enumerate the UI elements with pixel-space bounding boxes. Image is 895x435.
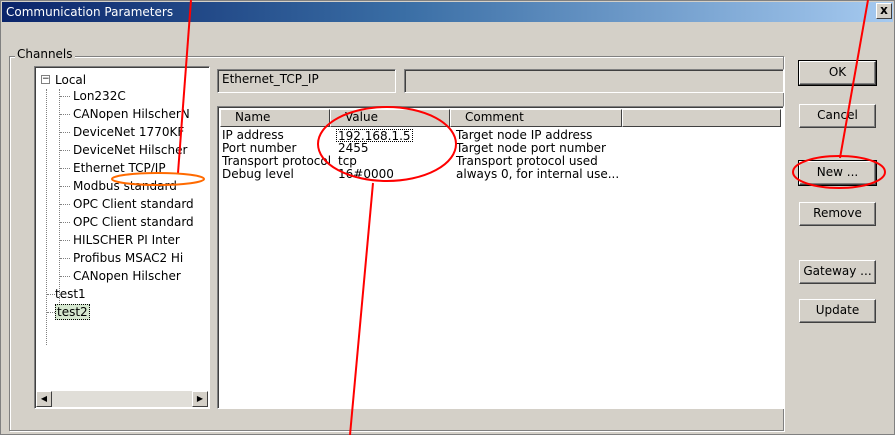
tree-item-hilscher-pi[interactable]: HILSCHER PI Inter xyxy=(73,232,180,248)
tree-connector xyxy=(60,96,70,97)
tree-connector xyxy=(60,204,70,205)
tree-item-lon232c[interactable]: Lon232C xyxy=(73,88,126,104)
tree-item-label: test1 xyxy=(55,287,86,301)
tree-item-canopen-hilscher-2[interactable]: CANopen Hilscher xyxy=(73,268,181,284)
tree-item-label-selected: test2 xyxy=(55,304,90,320)
column-header-label: Value xyxy=(345,110,378,124)
tree-item-devicenet-1770kf[interactable]: DeviceNet 1770KF xyxy=(73,124,184,140)
tree-item-opc-client-2[interactable]: OPC Client standard xyxy=(73,214,194,230)
tree-connector xyxy=(60,222,70,223)
param-value-cell[interactable]: 16#0000 xyxy=(338,168,394,181)
column-header-label: Name xyxy=(235,110,271,124)
tree-item-modbus-standard[interactable]: Modbus standard xyxy=(73,178,177,194)
column-header-value[interactable]: Value xyxy=(330,109,450,127)
title-bar: Communication Parameters x xyxy=(2,2,893,22)
channel-comment-field xyxy=(404,69,784,93)
tree-item-test1[interactable]: test1 xyxy=(55,286,86,302)
column-header-label: Comment xyxy=(465,110,524,124)
tree-connector xyxy=(60,240,70,241)
tree-connector xyxy=(60,276,70,277)
update-button[interactable]: Update xyxy=(799,299,876,323)
tree-item-devicenet-hilscher[interactable]: DeviceNet Hilscher xyxy=(73,142,187,158)
tree-connector xyxy=(60,168,70,169)
column-header-empty xyxy=(622,109,781,127)
tree-horizontal-scrollbar[interactable]: ◀ ▶ xyxy=(36,391,208,407)
channels-group-label: Channels xyxy=(15,47,75,61)
tree-item-profibus-msac2[interactable]: Profibus MSAC2 Hi xyxy=(73,250,183,266)
tree-item-label: Ethernet TCP/IP xyxy=(73,161,166,175)
window-title: Communication Parameters xyxy=(6,5,174,19)
tree-item-local[interactable]: Local xyxy=(55,72,86,88)
tree-item-label: OPC Client standard xyxy=(73,215,194,229)
parameter-list[interactable]: Name Value Comment IP address 192.168.1.… xyxy=(217,106,784,409)
tree-connector xyxy=(60,132,70,133)
tree-item-label: Profibus MSAC2 Hi xyxy=(73,251,184,265)
tree-item-label: CANopen HilscherN xyxy=(73,107,190,121)
tree-item-opc-client-1[interactable]: OPC Client standard xyxy=(73,196,194,212)
tree-item-label: Lon232C xyxy=(73,89,126,103)
tree-connector xyxy=(59,89,60,313)
param-name-cell[interactable]: Debug level xyxy=(222,168,294,181)
tree-item-label: CANopen Hilscher xyxy=(73,269,181,283)
tree-connector xyxy=(60,186,70,187)
tree-connector xyxy=(60,114,70,115)
channel-name-value: Ethernet_TCP_IP xyxy=(222,72,319,86)
tree-item-label: DeviceNet 1770KF xyxy=(73,125,185,139)
tree-connector xyxy=(60,258,70,259)
new-button[interactable]: New ... xyxy=(798,160,877,186)
scroll-left-arrow-icon[interactable]: ◀ xyxy=(36,391,52,407)
tree-item-ethernet-tcp-ip[interactable]: Ethernet TCP/IP xyxy=(73,160,166,176)
column-header-comment[interactable]: Comment xyxy=(450,109,622,127)
tree-connector xyxy=(60,150,70,151)
tree-connector xyxy=(46,89,47,345)
tree-item-label: OPC Client standard xyxy=(73,197,194,211)
cancel-button[interactable]: Cancel xyxy=(799,104,876,128)
tree-item-label: Local xyxy=(55,73,87,87)
ok-button[interactable]: OK xyxy=(798,60,877,86)
channel-name-field: Ethernet_TCP_IP xyxy=(217,69,396,93)
tree-item-canopen-hilscher[interactable]: CANopen HilscherN xyxy=(73,106,190,122)
remove-button[interactable]: Remove xyxy=(799,202,876,226)
communication-parameters-dialog: Communication Parameters x Channels − Lo… xyxy=(0,0,895,435)
tree-item-label: HILSCHER PI Inter xyxy=(73,233,180,247)
gateway-button[interactable]: Gateway ... xyxy=(799,260,876,284)
scroll-right-arrow-icon[interactable]: ▶ xyxy=(192,391,208,407)
collapse-icon[interactable]: − xyxy=(41,75,50,84)
tree-item-label: DeviceNet Hilscher xyxy=(73,143,188,157)
tree-item-label: Modbus standard xyxy=(73,179,177,193)
close-button[interactable]: x xyxy=(876,3,892,19)
tree-item-test2[interactable]: test2 xyxy=(55,304,90,320)
channel-tree[interactable]: − Local Lon232C CANopen HilscherN Device… xyxy=(34,66,210,409)
column-header-name[interactable]: Name xyxy=(220,109,330,127)
param-comment-cell: always 0, for internal use... xyxy=(456,167,620,181)
